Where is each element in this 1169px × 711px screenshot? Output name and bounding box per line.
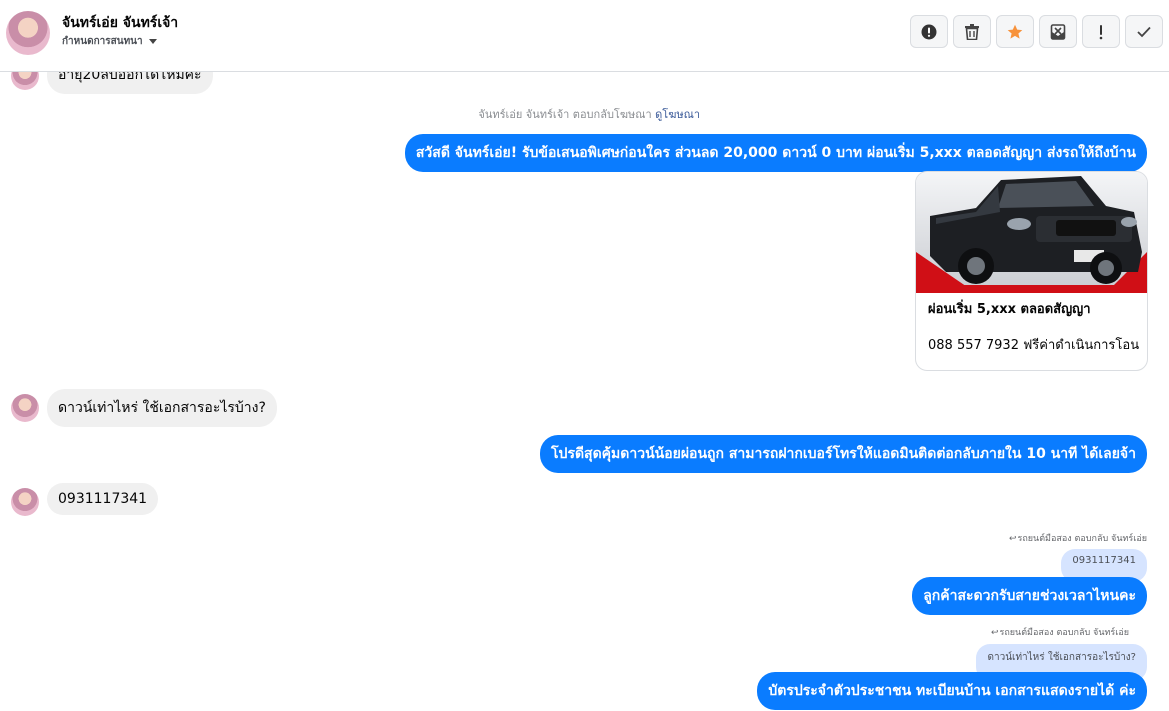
outgoing-reply-message[interactable]: บัตรประจำตัวประชาชน ทะเบียนบ้าน เอกสารแส…	[757, 672, 1147, 710]
reply-arrow-icon: ↩	[1008, 534, 1017, 544]
ad-headline: ผ่อนเริ่ม 5,xxx ตลอดสัญญา	[928, 302, 1091, 317]
conversation-action-label: กำหนดการสนทนา	[62, 36, 143, 47]
contact-avatar-small	[11, 72, 39, 90]
ad-reply-meta: จันทร์เอ่ย จันทร์เจ้า ตอบกลับโฆษณา ดูโฆษ…	[478, 105, 700, 123]
done-button[interactable]	[1125, 15, 1163, 48]
checkmark-icon	[1137, 26, 1151, 37]
ad-image-pickup-truck	[916, 172, 1147, 293]
contact-avatar-small	[11, 488, 39, 516]
exclamation-circle-icon	[921, 24, 937, 39]
reply-meta-text: รถยนต์มือสอง ตอบกลับ จันทร์เอ่ย	[1017, 534, 1148, 544]
ad-card[interactable]: ผ่อนเริ่ม 5,xxx ตลอดสัญญา 088 557 7932 ฟ…	[915, 171, 1148, 371]
ad-description: 088 557 7932 ฟรีค่าดำเนินการโอน	[928, 338, 1140, 353]
conversation-header: จันทร์เอ่ย จันทร์เจ้า กำหนดการสนทนา	[0, 0, 1169, 72]
contact-name[interactable]: จันทร์เอ่ย จันทร์เจ้า	[62, 12, 178, 34]
contact-avatar-small	[11, 394, 39, 422]
outgoing-message[interactable]: โปรดีสุดคุ้มดาวน์น้อยผ่อนถูก สามารถฝากเบ…	[540, 435, 1147, 473]
conversation-toolbar	[910, 15, 1163, 48]
conversation-action-dropdown[interactable]: กำหนดการสนทนา	[62, 34, 157, 49]
mark-unread-button[interactable]	[1039, 15, 1077, 48]
view-ad-link[interactable]: ดูโฆษณา	[655, 108, 700, 121]
alert-button[interactable]	[910, 15, 948, 48]
reply-meta: ↩รถยนต์มือสอง ตอบกลับ จันทร์เอ่ย	[991, 625, 1129, 639]
delete-button[interactable]	[953, 15, 991, 48]
envelope-icon	[1050, 23, 1066, 40]
contact-avatar[interactable]	[6, 11, 50, 55]
star-icon	[1007, 24, 1023, 39]
star-button[interactable]	[996, 15, 1034, 48]
trash-icon	[965, 23, 979, 40]
outgoing-message[interactable]: สวัสดี จันทร์เอ่ย! รับข้อเสนอพิเศษก่อนใค…	[404, 134, 1147, 172]
ad-reply-meta-text: จันทร์เอ่ย จันทร์เจ้า ตอบกลับโฆษณา	[478, 108, 652, 121]
caret-down-icon	[148, 38, 157, 44]
reply-meta: ↩รถยนต์มือสอง ตอบกลับ จันทร์เอ่ย	[1009, 531, 1147, 545]
outgoing-reply-message[interactable]: ลูกค้าสะดวกรับสายช่วงเวลาไหนคะ	[912, 577, 1147, 615]
incoming-message[interactable]: ดาวน์เท่าไหร่ ใช้เอกสารอะไรบ้าง?	[47, 389, 277, 427]
reply-arrow-icon: ↩	[990, 628, 999, 638]
reply-meta-text: รถยนต์มือสอง ตอบกลับ จันทร์เอ่ย	[999, 628, 1130, 638]
incoming-message[interactable]: อายุ20ลบออกได้ไหมค่ะ	[47, 72, 213, 94]
message-thread[interactable]: อายุ20ลบออกได้ไหมค่ะ จันทร์เอ่ย จันทร์เจ…	[0, 72, 1169, 711]
important-button[interactable]	[1082, 15, 1120, 48]
exclamation-icon	[1099, 24, 1103, 39]
incoming-message[interactable]: 0931117341	[47, 483, 159, 515]
